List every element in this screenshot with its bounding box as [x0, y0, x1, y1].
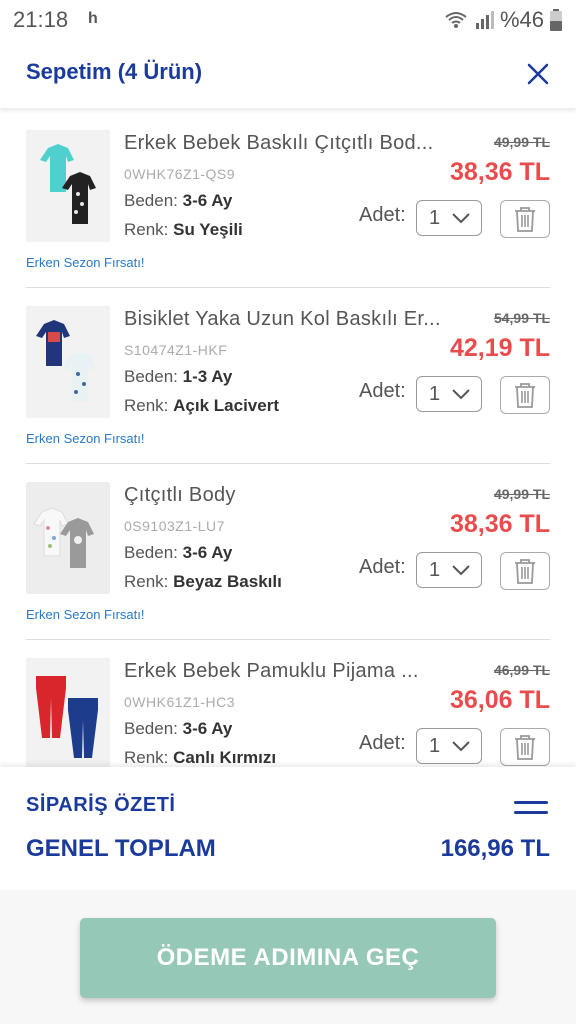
product-sku: S10474Z1-HKF	[124, 342, 228, 358]
battery-icon	[550, 9, 562, 31]
status-bar: 21:18 h %46	[0, 0, 576, 40]
grand-total-value: 166,96 TL	[440, 835, 550, 862]
quantity-value: 1	[429, 559, 441, 581]
quantity-label: Adet:	[359, 732, 406, 754]
quantity-select[interactable]: 1	[416, 728, 482, 764]
cart-header: Sepetim (4 Ürün)	[0, 40, 576, 108]
delete-button[interactable]	[500, 376, 550, 414]
product-size: Beden: 3-6 Ay	[124, 191, 232, 211]
product-sku: 0WHK61Z1-HC3	[124, 694, 236, 710]
product-sku: 0WHK76Z1-QS9	[124, 166, 236, 182]
quantity-value: 1	[429, 207, 441, 229]
quantity-value: 1	[429, 735, 441, 757]
chevron-down-icon	[452, 389, 470, 400]
size-label: Beden:	[124, 191, 178, 210]
old-price: 54,99 TL	[493, 310, 550, 326]
color-value: Beyaz Baskılı	[173, 572, 282, 591]
price: 36,06 TL	[449, 686, 550, 714]
status-icons: %46	[444, 7, 562, 33]
quantity-label: Adet:	[359, 556, 406, 578]
battery-percent: %46	[499, 7, 544, 32]
order-summary: SİPARİŞ ÖZETİ GENEL TOPLAM 166,96 TL	[0, 767, 576, 890]
product-name[interactable]: Erkek Bebek Pamuklu Pijama ...	[124, 660, 454, 683]
chevron-down-icon	[452, 213, 470, 224]
price: 38,36 TL	[449, 510, 550, 538]
wifi-icon	[445, 12, 467, 28]
old-price: 49,99 TL	[493, 134, 550, 150]
old-price: 46,99 TL	[493, 662, 550, 678]
product-sku: 0S9103Z1-LU7	[124, 518, 225, 534]
promo-label: Erken Sezon Fırsatı!	[26, 255, 145, 270]
signal-icon	[475, 11, 494, 29]
product-name[interactable]: Çıtçıtlı Body	[124, 484, 454, 507]
product-size: Beden: 3-6 Ay	[124, 543, 232, 563]
checkout-button[interactable]: ÖDEME ADIMINA GEÇ	[80, 918, 496, 998]
size-value: 1-3 Ay	[182, 367, 233, 386]
product-color: Renk: Su Yeşili	[124, 220, 243, 240]
product-name[interactable]: Bisiklet Yaka Uzun Kol Baskılı Er...	[124, 308, 454, 331]
color-value: Açık Lacivert	[173, 396, 279, 415]
product-color: Renk: Açık Lacivert	[124, 396, 279, 416]
product-color: Renk: Beyaz Baskılı	[124, 572, 282, 592]
promo-label: Erken Sezon Fırsatı!	[26, 431, 145, 446]
product-size: Beden: 3-6 Ay	[124, 719, 232, 739]
grand-total-label: GENEL TOPLAM	[26, 835, 216, 862]
quantity-value: 1	[429, 383, 441, 405]
old-price: 49,99 TL	[493, 486, 550, 502]
cart-item-list[interactable]: Erkek Bebek Baskılı Çıtçıtlı Bod... 0WHK…	[0, 112, 576, 767]
price: 38,36 TL	[449, 158, 550, 186]
quantity-select[interactable]: 1	[416, 200, 482, 236]
color-value: Su Yeşili	[173, 220, 243, 239]
quantity-select[interactable]: 1	[416, 552, 482, 588]
close-icon[interactable]	[524, 60, 552, 88]
size-label: Beden:	[124, 367, 178, 386]
quantity-label: Adet:	[359, 380, 406, 402]
cart-item: Bisiklet Yaka Uzun Kol Baskılı Er... S10…	[0, 288, 576, 464]
trash-icon	[515, 207, 535, 232]
delete-button[interactable]	[500, 552, 550, 590]
delete-button[interactable]	[500, 200, 550, 238]
size-value: 3-6 Ay	[182, 719, 233, 738]
trash-icon	[515, 383, 535, 408]
cart-item: Erkek Bebek Baskılı Çıtçıtlı Bod... 0WHK…	[0, 112, 576, 288]
trash-icon	[515, 559, 535, 584]
chevron-down-icon	[452, 565, 470, 576]
summary-toggle-icon[interactable]	[514, 801, 548, 817]
color-label: Renk:	[124, 572, 169, 591]
size-label: Beden:	[124, 719, 178, 738]
color-label: Renk:	[124, 220, 169, 239]
checkout-footer: ÖDEME ADIMINA GEÇ	[0, 890, 576, 1024]
price: 42,19 TL	[449, 334, 550, 362]
chevron-down-icon	[452, 741, 470, 752]
product-image[interactable]	[26, 306, 110, 418]
notification-icon: h	[88, 10, 98, 27]
delete-button[interactable]	[500, 728, 550, 766]
size-value: 3-6 Ay	[182, 191, 233, 210]
product-image[interactable]	[26, 658, 110, 767]
page-title: Sepetim (4 Ürün)	[26, 59, 203, 84]
product-name[interactable]: Erkek Bebek Baskılı Çıtçıtlı Bod...	[124, 132, 454, 155]
promo-label: Erken Sezon Fırsatı!	[26, 607, 145, 622]
status-time: 21:18	[13, 7, 69, 32]
color-label: Renk:	[124, 396, 169, 415]
product-size: Beden: 1-3 Ay	[124, 367, 232, 387]
size-label: Beden:	[124, 543, 178, 562]
color-value: Canlı Kırmızı	[173, 748, 277, 767]
color-label: Renk:	[124, 748, 169, 767]
summary-title: SİPARİŞ ÖZETİ	[26, 794, 176, 816]
size-value: 3-6 Ay	[182, 543, 233, 562]
quantity-select[interactable]: 1	[416, 376, 482, 412]
quantity-label: Adet:	[359, 204, 406, 226]
product-color: Renk: Canlı Kırmızı	[124, 748, 276, 767]
product-image[interactable]	[26, 130, 110, 242]
trash-icon	[515, 735, 535, 760]
cart-item: Erkek Bebek Pamuklu Pijama ... 0WHK61Z1-…	[0, 640, 576, 767]
product-image[interactable]	[26, 482, 110, 594]
cart-item: Çıtçıtlı Body 0S9103Z1-LU7 Beden: 3-6 Ay…	[0, 464, 576, 640]
